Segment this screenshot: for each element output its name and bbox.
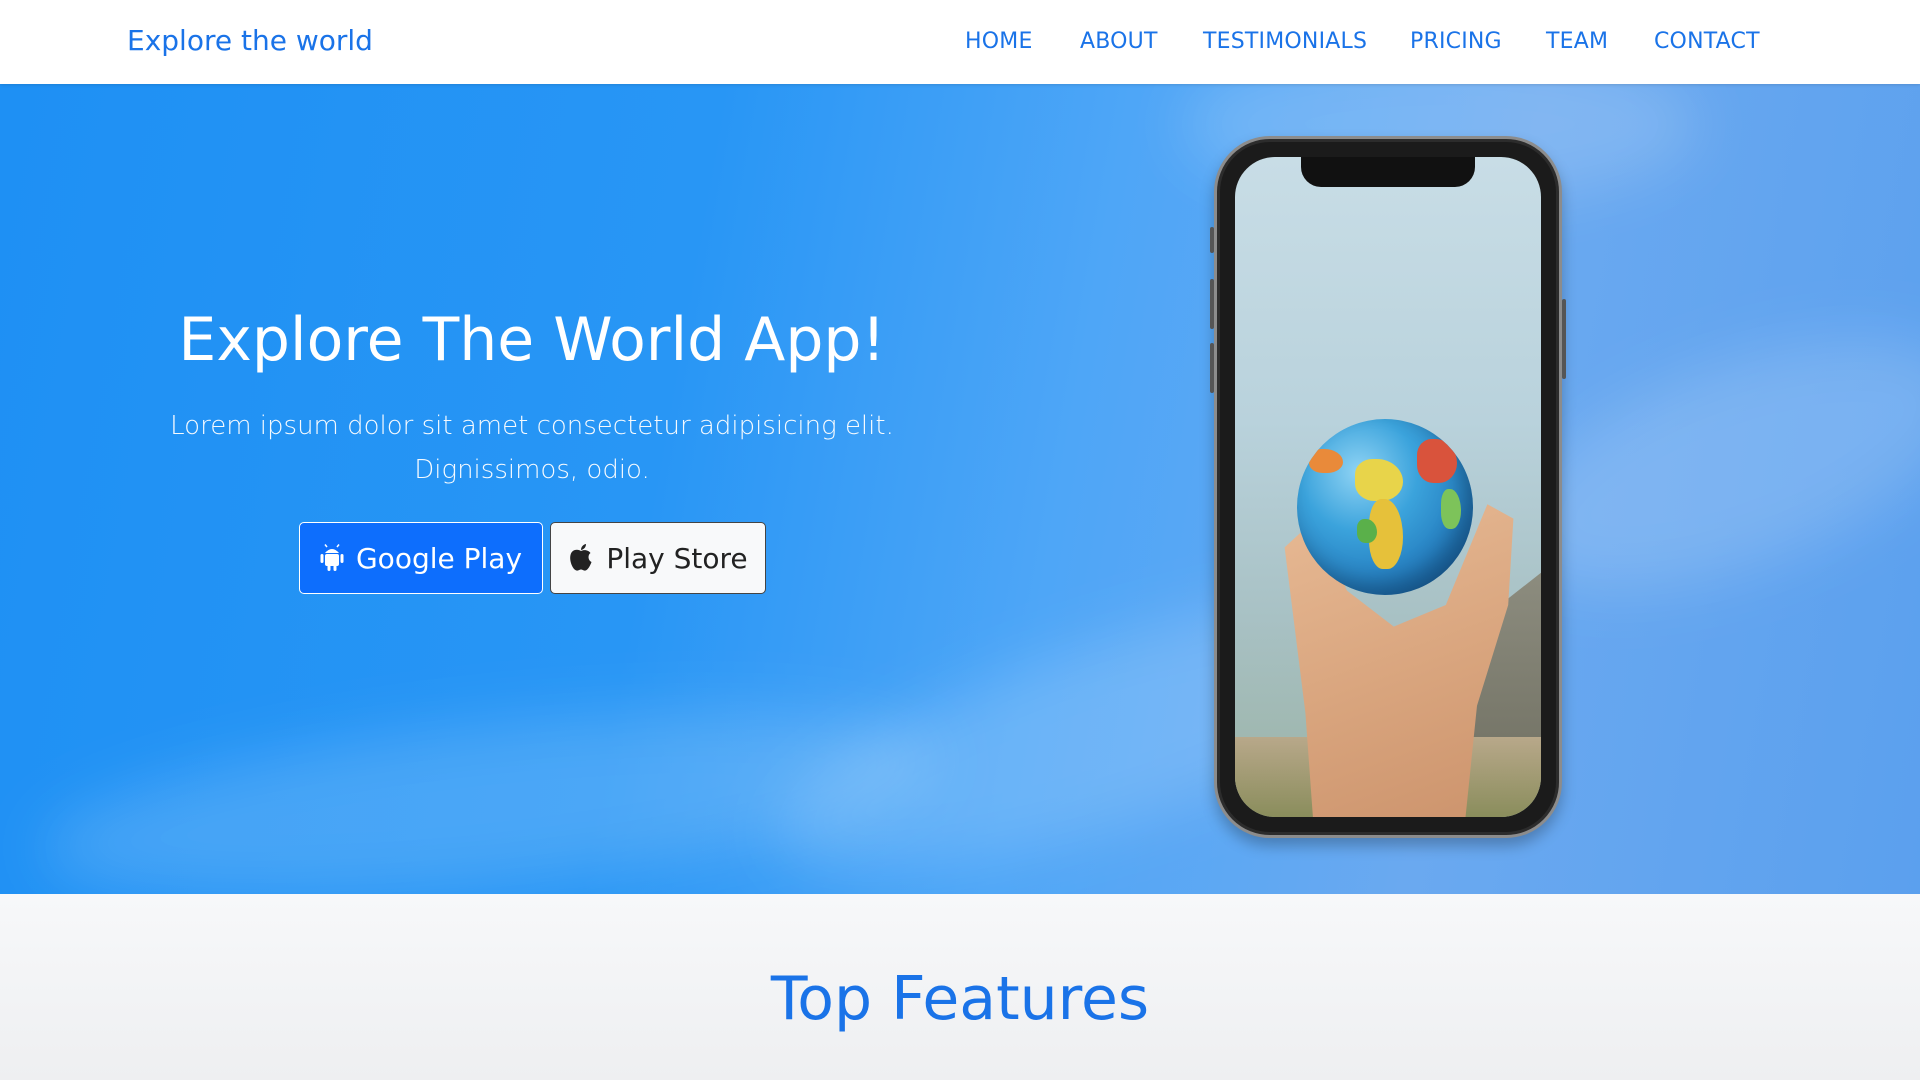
hero-subtitle: Lorem ipsum dolor sit amet consectetur a… [170, 411, 894, 486]
globe-shape [1297, 419, 1473, 595]
hero-text: Explore The World App! Lorem ipsum dolor… [132, 304, 932, 492]
features-section: Top Features [0, 894, 1920, 1080]
phone-notch [1301, 157, 1475, 187]
navbar: Explore the world HOME ABOUT TESTIMONIAL… [0, 0, 1920, 84]
globe-land [1417, 439, 1457, 483]
play-store-label: Play Store [606, 541, 748, 575]
phone-screen-image [1235, 157, 1541, 817]
globe-land [1309, 449, 1343, 473]
play-store-button[interactable]: Play Store [550, 522, 766, 594]
nav-pricing[interactable]: PRICING [1410, 29, 1502, 54]
nav-testimonials[interactable]: TESTIMONIALS [1203, 29, 1367, 54]
hero-section: Explore The World App! Lorem ipsum dolor… [0, 84, 1920, 894]
phone-side-button [1210, 227, 1214, 253]
google-play-button[interactable]: Google Play [299, 522, 543, 594]
android-icon [320, 544, 344, 572]
globe-land [1355, 459, 1403, 501]
globe-land [1357, 519, 1377, 543]
phone-side-button [1210, 343, 1214, 393]
phone-mockup [1210, 136, 1566, 838]
hero-title: Explore The World App! [178, 305, 886, 375]
nav-home[interactable]: HOME [965, 29, 1033, 54]
google-play-label: Google Play [355, 541, 523, 575]
nav-about[interactable]: ABOUT [1080, 29, 1158, 54]
phone-side-button [1562, 299, 1566, 379]
apple-icon [568, 543, 594, 573]
features-title: Top Features [770, 964, 1150, 1034]
nav-links: HOME ABOUT TESTIMONIALS PRICING TEAM CON… [0, 29, 1920, 59]
phone-side-button [1210, 279, 1214, 329]
globe-land [1441, 489, 1461, 529]
nav-contact[interactable]: CONTACT [1654, 29, 1760, 54]
nav-team[interactable]: TEAM [1546, 29, 1608, 54]
